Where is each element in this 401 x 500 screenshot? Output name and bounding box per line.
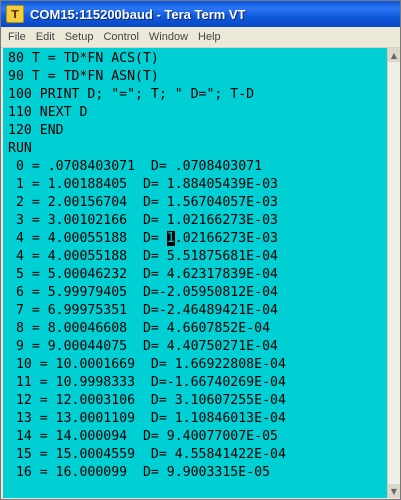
terminal-line: 90 T = TD*FN ASN(T) [8,69,159,84]
menu-control[interactable]: Control [98,31,143,43]
terminal-line: 16 = 16.000099 D= 9.9003315E-05 [8,465,271,480]
terminal-line: 4 = 4.00055188 D= 1.02166273E-03 [8,231,278,246]
terminal-window: T COM15:115200baud - Tera Term VT File E… [0,0,401,500]
terminal-line: 5 = 5.00046232 D= 4.62317839E-04 [8,267,278,282]
terminal-line: 14 = 14.000094 D= 9.40077007E-05 [8,429,278,444]
terminal-line: 0 = .0708403071 D= .0708403071 [8,159,263,174]
teraterm-app-icon[interactable]: T [6,5,24,23]
terminal-line: 10 = 10.0001669 D= 1.66922808E-04 [8,357,286,372]
scroll-up-arrow-icon[interactable]: ▲ [388,48,400,62]
vertical-scrollbar[interactable]: ▲ ▼ [387,48,400,498]
terminal-line: 6 = 5.99979405 D=-2.05950812E-04 [8,285,278,300]
menu-window[interactable]: Window [144,31,193,43]
terminal-line: 15 = 15.0004559 D= 4.55841422E-04 [8,447,286,462]
terminal-line: 8 = 8.00046608 D= 4.6607852E-04 [8,321,271,336]
terminal-line: 2 = 2.00156704 D= 1.56704057E-03 [8,195,278,210]
terminal-line: 12 = 12.0003106 D= 3.10607255E-04 [8,393,286,408]
window-title: COM15:115200baud - Tera Term VT [30,6,246,22]
terminal-line: RUN [8,141,32,156]
terminal-line: 3 = 3.00102166 D= 1.02166273E-03 [8,213,278,228]
terminal-line: 7 = 6.99975351 D=-2.46489421E-04 [8,303,278,318]
terminal-line: 100 PRINT D; "="; T; " D="; T-D [8,87,255,102]
terminal-line: 1 = 1.00188405 D= 1.88405439E-03 [8,177,278,192]
title-bar[interactable]: T COM15:115200baud - Tera Term VT [1,1,400,27]
menu-file[interactable]: File [1,31,31,43]
terminal-line: 110 NEXT D [8,105,88,120]
app-icon-letter: T [11,7,19,21]
terminal-line: 4 = 4.00055188 D= 5.51875681E-04 [8,249,278,264]
scroll-down-arrow-icon[interactable]: ▼ [388,484,400,498]
menu-setup[interactable]: Setup [60,31,99,43]
terminal-line: 80 T = TD*FN ACS(T) [8,51,159,66]
text-cursor: 1 [166,231,175,246]
terminal-line: 9 = 9.00044075 D= 4.40750271E-04 [8,339,278,354]
menu-edit[interactable]: Edit [31,31,60,43]
terminal-line: 120 END [8,123,64,138]
menu-help[interactable]: Help [193,31,226,43]
menu-bar: File Edit Setup Control Window Help [1,27,400,48]
terminal-line: 11 = 10.9998333 D=-1.66740269E-04 [8,375,286,390]
terminal-line: 13 = 13.0001109 D= 1.10846013E-04 [8,411,286,426]
terminal-screen[interactable]: 80 T = TD*FN ACS(T) 90 T = TD*FN ASN(T) 10… [3,48,387,498]
